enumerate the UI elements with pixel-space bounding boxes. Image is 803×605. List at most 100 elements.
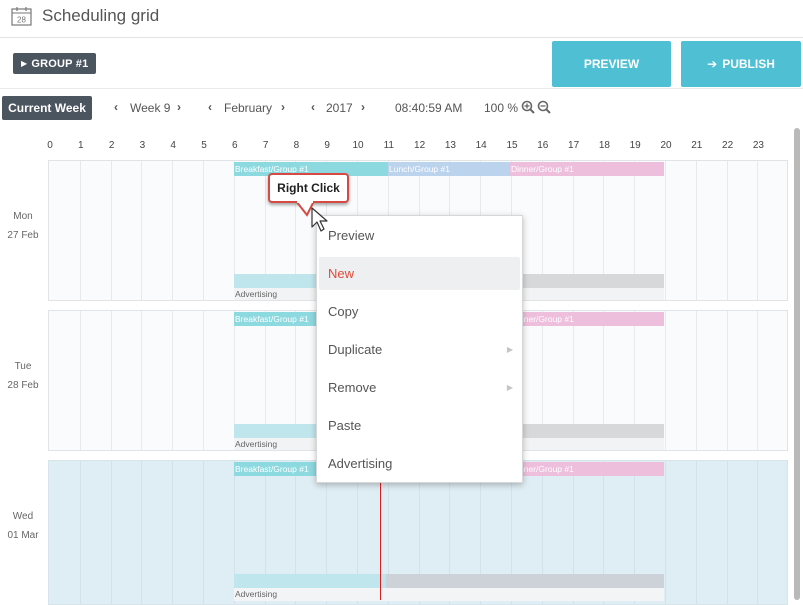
prev-year-icon[interactable]: ‹ [311, 100, 315, 114]
right-click-callout: Right Click [268, 173, 349, 203]
day-date: 28 Feb [7, 380, 39, 391]
zoom-out-icon[interactable] [537, 100, 551, 114]
hour-label: 6 [232, 140, 238, 151]
hour-label: 4 [170, 140, 176, 151]
submenu-arrow-icon: ▶ [506, 345, 513, 354]
day-date: 01 Mar [7, 530, 39, 541]
hour-gridline [110, 311, 112, 450]
hour-label: 3 [139, 140, 146, 151]
day-weekday: Wed [12, 511, 34, 522]
hour-label: 18 [598, 140, 610, 151]
menu-item-label: Remove [328, 380, 377, 395]
hour-label: 20 [660, 140, 672, 151]
hour-gridline [172, 311, 174, 450]
hour-gridline [110, 161, 112, 300]
hour-label: 21 [691, 140, 703, 151]
slot-dinner[interactable]: Dinner/Group #1 [510, 162, 664, 176]
menu-item-duplicate[interactable]: Duplicate ▶ [317, 333, 522, 366]
day-weekday: Tue [14, 361, 32, 372]
advertising-bar[interactable] [234, 574, 386, 588]
menu-item-advertising[interactable]: Advertising [317, 447, 522, 480]
hour-label: 11 [383, 140, 394, 151]
day-label-mon: Mon 27 Feb [0, 207, 46, 245]
hour-label: 7 [262, 140, 269, 151]
calendar-icon: 28 [11, 7, 32, 26]
hour-gridline [695, 461, 697, 604]
hour-label: 0 [47, 140, 53, 151]
preview-button[interactable]: PREVIEW [552, 41, 671, 87]
group-label: GROUP #1 [31, 58, 89, 70]
hour-label: 1 [78, 140, 84, 151]
hour-gridline [726, 461, 728, 604]
year-label: 2017 [326, 101, 353, 115]
menu-item-copy[interactable]: Copy [317, 295, 522, 328]
zoom-level: 100 % [484, 101, 519, 115]
page-title: Scheduling grid [42, 6, 160, 25]
day-label-wed: Wed 01 Mar [0, 507, 46, 545]
hour-gridline [141, 461, 143, 604]
prev-month-icon[interactable]: ‹ [208, 100, 212, 114]
arrow-right-icon: ➔ [707, 57, 718, 71]
menu-item-label: Copy [328, 304, 359, 319]
hour-gridline [79, 161, 81, 300]
group-selector-button[interactable]: ▶ GROUP #1 [13, 53, 97, 74]
caret-right-icon: ▶ [21, 59, 28, 68]
hour-label: 12 [414, 140, 426, 151]
zoom-in-icon[interactable] [521, 100, 535, 114]
hour-label: 13 [444, 140, 456, 151]
hour-gridline [665, 461, 666, 604]
next-week-icon[interactable]: › [177, 100, 181, 114]
vertical-scrollbar[interactable] [794, 128, 800, 600]
day-date: 27 Feb [7, 230, 39, 241]
svg-text:28: 28 [17, 16, 26, 25]
hour-gridline [695, 161, 697, 300]
slot-lunch[interactable]: Lunch/Group #1 [388, 162, 510, 176]
menu-item-remove[interactable]: Remove ▶ [317, 371, 522, 404]
hour-label: 19 [629, 140, 641, 151]
prev-week-icon[interactable]: ‹ [114, 100, 118, 114]
menu-item-preview[interactable]: Preview [317, 219, 522, 252]
day-weekday: Mon [13, 211, 33, 222]
toolbar-divider [0, 88, 803, 89]
advertising-bar-gap[interactable] [386, 574, 664, 588]
hour-label: 5 [201, 140, 207, 151]
hour-label: 17 [568, 140, 580, 151]
hour-gridline [203, 461, 204, 604]
menu-item-label: Preview [328, 228, 375, 243]
menu-item-label: Duplicate [328, 342, 383, 357]
app-header: 28 Scheduling grid [0, 0, 803, 38]
hour-gridline [172, 461, 174, 604]
hour-label: 2 [108, 140, 115, 151]
hour-gridline [141, 161, 143, 300]
hour-gridline [141, 311, 143, 450]
next-year-icon[interactable]: › [361, 100, 365, 114]
hour-gridline [757, 461, 759, 604]
hour-label: 10 [352, 140, 364, 151]
hour-label: 23 [752, 140, 764, 151]
hour-gridline [79, 461, 81, 604]
hour-gridline [203, 311, 204, 450]
hour-gridline [172, 161, 174, 300]
slot-dinner[interactable]: Dinner/Group #1 [510, 462, 664, 476]
hour-gridline [726, 161, 728, 300]
menu-item-label: Paste [328, 418, 362, 433]
slot-dinner[interactable]: Dinner/Group #1 [510, 312, 664, 326]
menu-item-paste[interactable]: Paste [317, 409, 522, 442]
advertising-label: Advertising [234, 588, 664, 601]
hour-label: 15 [506, 140, 518, 151]
hour-gridline [665, 161, 666, 300]
next-month-icon[interactable]: › [281, 100, 285, 114]
hour-gridline [203, 161, 204, 300]
hour-gridline [665, 311, 666, 450]
hour-label: 14 [475, 140, 487, 151]
publish-button[interactable]: ➔ PUBLISH [681, 41, 801, 87]
month-label: February [224, 101, 273, 115]
publish-label: PUBLISH [722, 57, 775, 71]
hour-gridline [757, 161, 759, 300]
menu-item-new[interactable]: New [319, 257, 520, 290]
hour-gridline [726, 311, 728, 450]
context-menu: Preview New Copy Duplicate ▶ Remove ▶ Past… [316, 215, 523, 483]
current-week-button[interactable]: Current Week [2, 96, 92, 120]
clock-time: 08:40:59 AM [395, 101, 463, 115]
hour-label: 22 [722, 140, 734, 151]
